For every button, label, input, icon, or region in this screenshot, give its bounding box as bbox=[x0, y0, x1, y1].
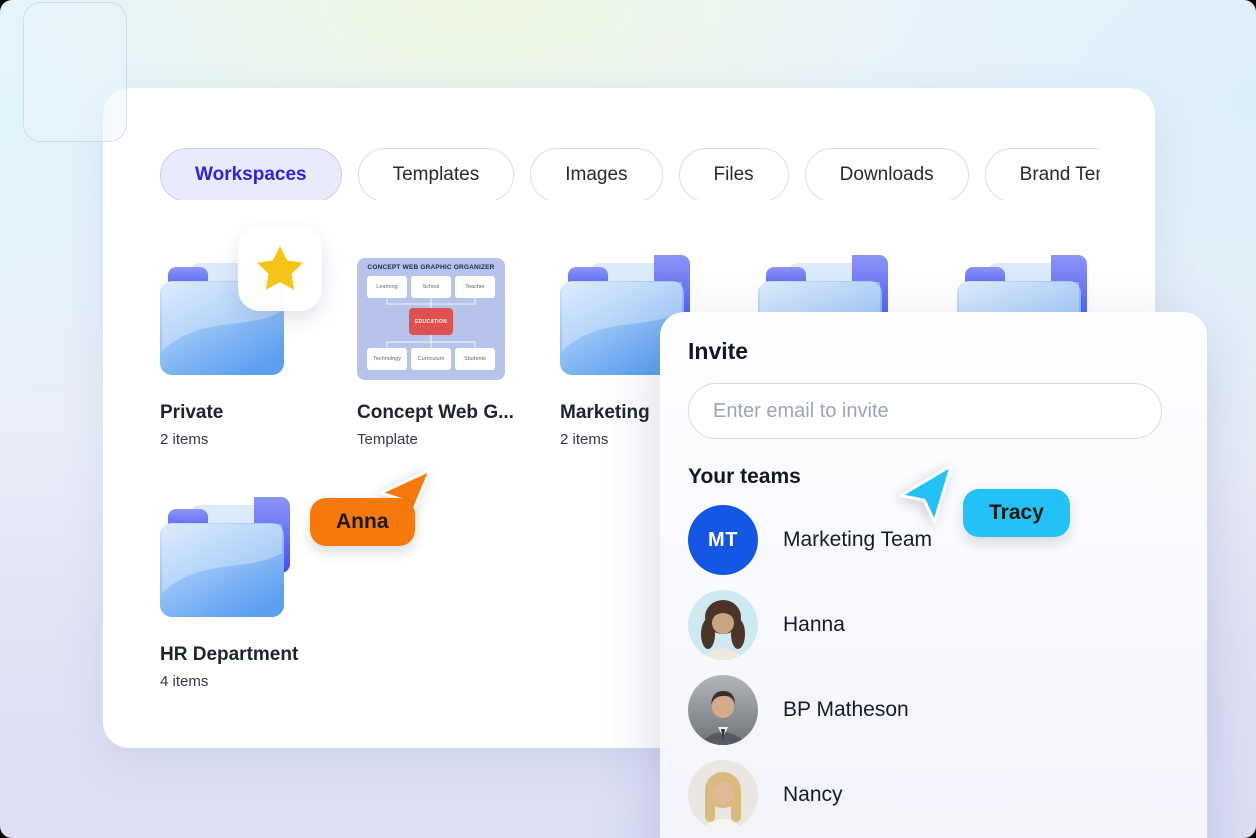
member-name: Hanna bbox=[783, 613, 845, 637]
template-thumbnail: CONCEPT WEB GRAPHIC ORGANIZER Learning S… bbox=[357, 258, 505, 380]
tab-brand-templates[interactable]: Brand Temp bbox=[985, 148, 1100, 200]
template-type: Template bbox=[357, 431, 517, 448]
avatar-marketing-team: MT bbox=[688, 505, 758, 575]
folder-name: HR Department bbox=[160, 644, 310, 666]
template-tile-concept-web[interactable]: CONCEPT WEB GRAPHIC ORGANIZER Learning S… bbox=[357, 258, 517, 448]
member-name: BP Matheson bbox=[783, 698, 909, 722]
star-icon bbox=[252, 241, 308, 297]
thumbnail-node: Technology bbox=[367, 348, 407, 370]
portrait-hanna-icon bbox=[688, 590, 758, 660]
app-window: Workspaces Templates Images Files Downlo… bbox=[0, 0, 1256, 838]
avatar-nancy bbox=[688, 760, 758, 830]
thumbnail-center-node: EDUCATION bbox=[409, 308, 453, 335]
tab-downloads[interactable]: Downloads bbox=[805, 148, 969, 200]
thumbnail-node: Learning bbox=[367, 276, 407, 298]
portrait-bp-matheson-icon bbox=[688, 675, 758, 745]
favorite-badge bbox=[238, 227, 322, 311]
team-row-hanna[interactable]: Hanna bbox=[688, 590, 1179, 660]
folder-item-count: 2 items bbox=[160, 431, 310, 448]
invite-panel: Invite Your teams MT Marketing Team bbox=[660, 312, 1207, 838]
folder-name: Private bbox=[160, 402, 310, 424]
team-member-list: MT Marketing Team Hanna bbox=[688, 505, 1179, 830]
folder-item-count: 4 items bbox=[160, 673, 310, 690]
folder-tile-private[interactable]: Private 2 items bbox=[160, 255, 310, 448]
invite-email-input[interactable] bbox=[688, 383, 1162, 439]
cursor-name-tag: Tracy bbox=[963, 489, 1070, 537]
thumbnail-node: School bbox=[411, 276, 451, 298]
thumbnail-node: Students bbox=[455, 348, 495, 370]
template-name: Concept Web G... bbox=[357, 402, 517, 424]
member-name: Marketing Team bbox=[783, 528, 932, 552]
thumbnail-node: Teacher bbox=[455, 276, 495, 298]
avatar-hanna bbox=[688, 590, 758, 660]
avatar-bp-matheson bbox=[688, 675, 758, 745]
tab-images[interactable]: Images bbox=[530, 148, 662, 200]
background-ghost-panel bbox=[23, 2, 127, 142]
invite-panel-title: Invite bbox=[688, 338, 1179, 365]
portrait-nancy-icon bbox=[688, 760, 758, 830]
tab-workspaces[interactable]: Workspaces bbox=[160, 148, 342, 200]
member-name: Nancy bbox=[783, 783, 843, 807]
team-row-nancy[interactable]: Nancy bbox=[688, 760, 1179, 830]
tab-bar: Workspaces Templates Images Files Downlo… bbox=[160, 148, 1100, 200]
tab-files[interactable]: Files bbox=[679, 148, 789, 200]
folder-icon bbox=[160, 497, 295, 619]
folder-tile-hr-department[interactable]: HR Department 4 items bbox=[160, 497, 310, 690]
tab-templates[interactable]: Templates bbox=[358, 148, 515, 200]
thumbnail-node: Curriculum bbox=[411, 348, 451, 370]
cursor-name-tag: Anna bbox=[310, 498, 415, 546]
team-row-bp-matheson[interactable]: BP Matheson bbox=[688, 675, 1179, 745]
avatar-initials: MT bbox=[708, 529, 738, 552]
